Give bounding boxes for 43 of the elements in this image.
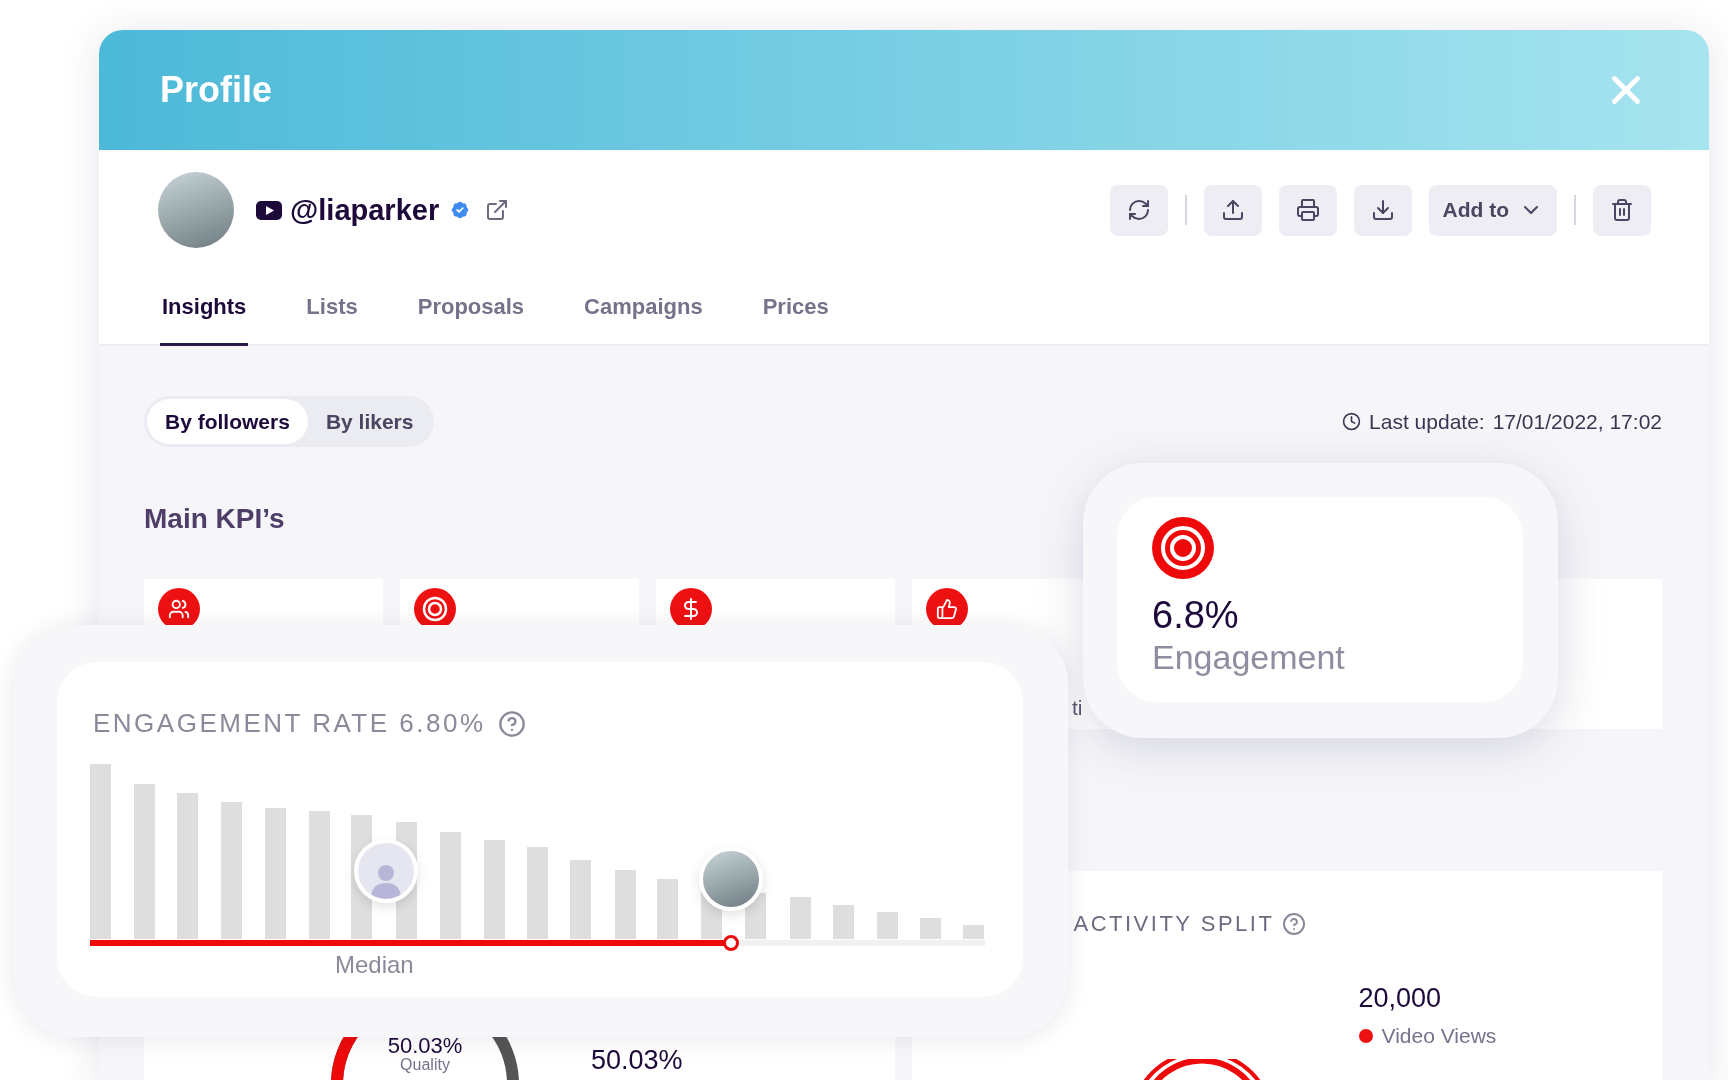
refresh-icon: [1126, 198, 1151, 222]
add-to-button[interactable]: Add to: [1428, 184, 1557, 236]
tab[interactable]: Prices: [760, 270, 831, 346]
tab[interactable]: Campaigns: [582, 270, 705, 346]
help-icon[interactable]: [497, 709, 526, 738]
delete-button[interactable]: [1593, 184, 1651, 236]
legend-label: Video Views: [1381, 1024, 1497, 1048]
segment-button[interactable]: By followers: [147, 399, 308, 444]
tab[interactable]: Lists: [304, 270, 360, 346]
print-button[interactable]: [1278, 184, 1337, 236]
download-icon: [1370, 198, 1395, 222]
video-play-icon: [256, 200, 282, 220]
highlight-label: Engagement: [1152, 637, 1345, 677]
last-update-value: 17/01/2022, 17:02: [1492, 409, 1662, 434]
upload-icon: [1220, 198, 1245, 222]
highlight-value: 6.8%: [1152, 593, 1239, 637]
activity-title: ACTIVITY SPLIT: [1073, 911, 1275, 937]
median-label: Median: [335, 951, 414, 979]
tab[interactable]: Proposals: [415, 270, 527, 346]
help-icon[interactable]: [1282, 912, 1307, 936]
refresh-button[interactable]: [1109, 184, 1168, 236]
last-update-label: Last update:: [1369, 409, 1485, 434]
profile-handle: @liaparker: [290, 193, 440, 227]
external-link-icon[interactable]: [485, 198, 510, 222]
segment-button[interactable]: By likers: [307, 399, 432, 444]
trash-icon: [1610, 198, 1634, 222]
slider-handle: [722, 935, 739, 951]
thumbs-up-icon: [936, 598, 958, 620]
quality-label: Quality: [400, 1057, 450, 1073]
quality-value: 50.03%: [387, 1035, 463, 1057]
printer-icon: [1295, 198, 1320, 222]
section-title: Main KPI’s: [144, 503, 286, 535]
chart-title: ENGAGEMENT RATE 6.80%: [93, 708, 486, 739]
quality-percentage: 50.03%: [591, 1045, 683, 1076]
share-button[interactable]: [1203, 184, 1262, 236]
kpi-label: ti: [1072, 696, 1083, 720]
target-icon: [422, 596, 448, 622]
activity-value: 20,000: [1358, 983, 1442, 1014]
window-title: Profile: [160, 69, 273, 111]
target-icon: [1152, 517, 1214, 579]
download-button[interactable]: [1353, 184, 1412, 236]
clock-icon: [1342, 412, 1362, 431]
users-icon: [168, 598, 190, 620]
